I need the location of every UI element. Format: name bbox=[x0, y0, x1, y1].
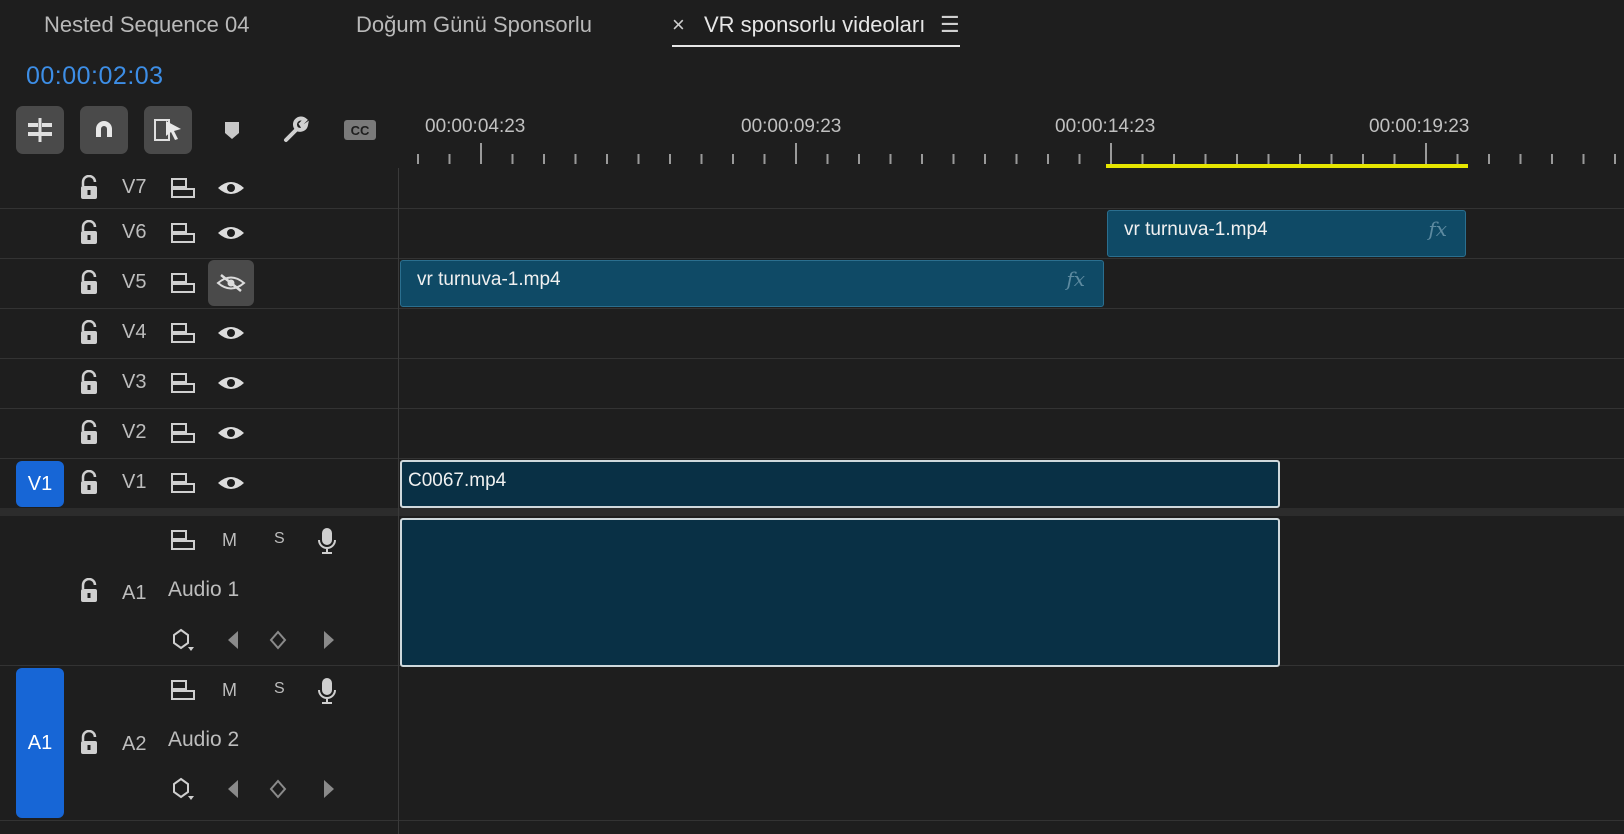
insert-and-overwrite-sequences-button[interactable] bbox=[16, 106, 64, 154]
clip-a1-audio[interactable] bbox=[400, 518, 1280, 667]
add-keyframe-icon[interactable] bbox=[268, 629, 288, 656]
track-name-audio-2[interactable]: Audio 2 bbox=[168, 728, 239, 752]
clip-v5-vr-turnuva[interactable]: vr turnuva-1.mp4 fx bbox=[400, 260, 1104, 307]
lock-track-icon[interactable] bbox=[76, 468, 102, 498]
panel-menu-icon[interactable]: ☰ bbox=[940, 12, 960, 38]
timeline-settings-button[interactable] bbox=[276, 110, 316, 150]
add-keyframe-icon[interactable] bbox=[268, 778, 288, 805]
clip-name: vr turnuva-1.mp4 bbox=[417, 269, 561, 290]
snap-button[interactable] bbox=[80, 106, 128, 154]
insert-and-overwrite-sequences-icon bbox=[28, 118, 52, 142]
source-patch-v1[interactable]: V1 bbox=[16, 461, 64, 507]
tab-vr-sponsorlu-videolari[interactable]: VR sponsorlu videoları bbox=[704, 12, 925, 38]
solo-track-button[interactable]: S bbox=[274, 680, 285, 698]
track-label-v6: V6 bbox=[122, 221, 147, 243]
track-label-a2: A2 bbox=[122, 733, 147, 755]
captions-button[interactable]: CC bbox=[340, 110, 380, 150]
clip-v6-vr-turnuva[interactable]: vr turnuva-1.mp4 fx bbox=[1107, 210, 1466, 257]
tab-nested-sequence-04[interactable]: Nested Sequence 04 bbox=[44, 12, 250, 38]
track-label-a1: A1 bbox=[122, 582, 147, 604]
tab-dogum-gunu-sponsorlu[interactable]: Doğum Günü Sponsorlu bbox=[356, 12, 592, 38]
track-label-v2: V2 bbox=[122, 421, 147, 443]
mute-track-button[interactable]: M bbox=[222, 680, 237, 701]
svg-text:CC: CC bbox=[351, 123, 370, 138]
keyframe-dropdown-icon[interactable] bbox=[170, 776, 198, 807]
lock-track-icon[interactable] bbox=[76, 218, 102, 248]
track-name-audio-1[interactable]: Audio 1 bbox=[168, 578, 239, 602]
track-header-divider bbox=[398, 168, 399, 834]
lock-track-icon[interactable] bbox=[76, 728, 102, 758]
sync-lock-icon[interactable] bbox=[170, 371, 196, 400]
lock-track-icon[interactable] bbox=[76, 576, 102, 606]
ruler-label: 00:00:09:23 bbox=[741, 116, 842, 137]
next-keyframe-icon[interactable] bbox=[320, 778, 338, 805]
playhead-timecode[interactable]: 00:00:02:03 bbox=[26, 62, 164, 91]
sync-lock-icon[interactable] bbox=[170, 471, 196, 500]
add-marker-button[interactable] bbox=[212, 110, 252, 150]
previous-keyframe-icon[interactable] bbox=[224, 778, 242, 805]
lock-track-icon[interactable] bbox=[76, 418, 102, 448]
clip-name: vr turnuva-1.mp4 bbox=[1124, 219, 1268, 240]
next-keyframe-icon[interactable] bbox=[320, 629, 338, 656]
ruler-label: 00:00:04:23 bbox=[425, 116, 526, 137]
captions-icon: CC bbox=[344, 120, 376, 140]
clip-v1-c0067[interactable]: C0067.mp4 bbox=[400, 460, 1280, 508]
video-audio-divider[interactable] bbox=[0, 508, 1624, 516]
linked-selection-button[interactable] bbox=[144, 106, 192, 154]
mute-track-button[interactable]: M bbox=[222, 530, 237, 551]
previous-keyframe-icon[interactable] bbox=[224, 629, 242, 656]
voice-over-record-icon[interactable] bbox=[316, 526, 338, 561]
lock-track-icon[interactable] bbox=[76, 268, 102, 298]
toggle-track-output-eye-icon[interactable] bbox=[208, 460, 254, 506]
linked-selection-icon bbox=[154, 119, 181, 141]
sync-lock-icon[interactable] bbox=[170, 271, 196, 300]
fx-badge-icon: fx bbox=[1066, 267, 1085, 291]
track-label-v3: V3 bbox=[122, 371, 147, 393]
tab-close-icon[interactable]: × bbox=[672, 12, 685, 38]
track-label-v1: V1 bbox=[122, 471, 147, 493]
sync-lock-icon[interactable] bbox=[170, 221, 196, 250]
toggle-track-output-eye-icon[interactable] bbox=[208, 360, 254, 406]
track-label-v7: V7 bbox=[122, 176, 147, 198]
track-label-v4: V4 bbox=[122, 321, 147, 343]
track-label-v5: V5 bbox=[122, 271, 147, 293]
time-ruler[interactable] bbox=[398, 140, 1624, 170]
toggle-track-output-eye-icon[interactable] bbox=[208, 165, 254, 211]
toggle-track-output-eye-icon[interactable] bbox=[208, 410, 254, 456]
active-tab-underline bbox=[672, 45, 960, 47]
toggle-track-output-eye-icon[interactable] bbox=[208, 310, 254, 356]
sync-lock-icon[interactable] bbox=[170, 678, 196, 707]
ruler-label: 00:00:19:23 bbox=[1369, 116, 1470, 137]
solo-track-button[interactable]: S bbox=[274, 530, 285, 548]
lock-track-icon[interactable] bbox=[76, 368, 102, 398]
toggle-track-output-eye-icon[interactable] bbox=[208, 210, 254, 256]
sync-lock-icon[interactable] bbox=[170, 421, 196, 450]
timeline-settings-wrench-icon bbox=[284, 116, 309, 142]
track-row-a2 bbox=[0, 666, 1624, 821]
fx-badge-icon: fx bbox=[1428, 217, 1447, 241]
clip-name: C0067.mp4 bbox=[408, 470, 507, 491]
snap-magnet-icon bbox=[96, 121, 112, 137]
source-patch-a1[interactable]: A1 bbox=[16, 668, 64, 818]
sync-lock-icon[interactable] bbox=[170, 321, 196, 350]
add-marker-icon bbox=[225, 122, 239, 139]
toggle-track-output-eye-off-icon[interactable] bbox=[208, 260, 254, 306]
sync-lock-icon[interactable] bbox=[170, 528, 196, 557]
sync-lock-icon[interactable] bbox=[170, 176, 196, 205]
lock-track-icon[interactable] bbox=[76, 318, 102, 348]
ruler-label: 00:00:14:23 bbox=[1055, 116, 1156, 137]
voice-over-record-icon[interactable] bbox=[316, 676, 338, 711]
lock-track-icon[interactable] bbox=[76, 173, 102, 203]
keyframe-dropdown-icon[interactable] bbox=[170, 627, 198, 658]
